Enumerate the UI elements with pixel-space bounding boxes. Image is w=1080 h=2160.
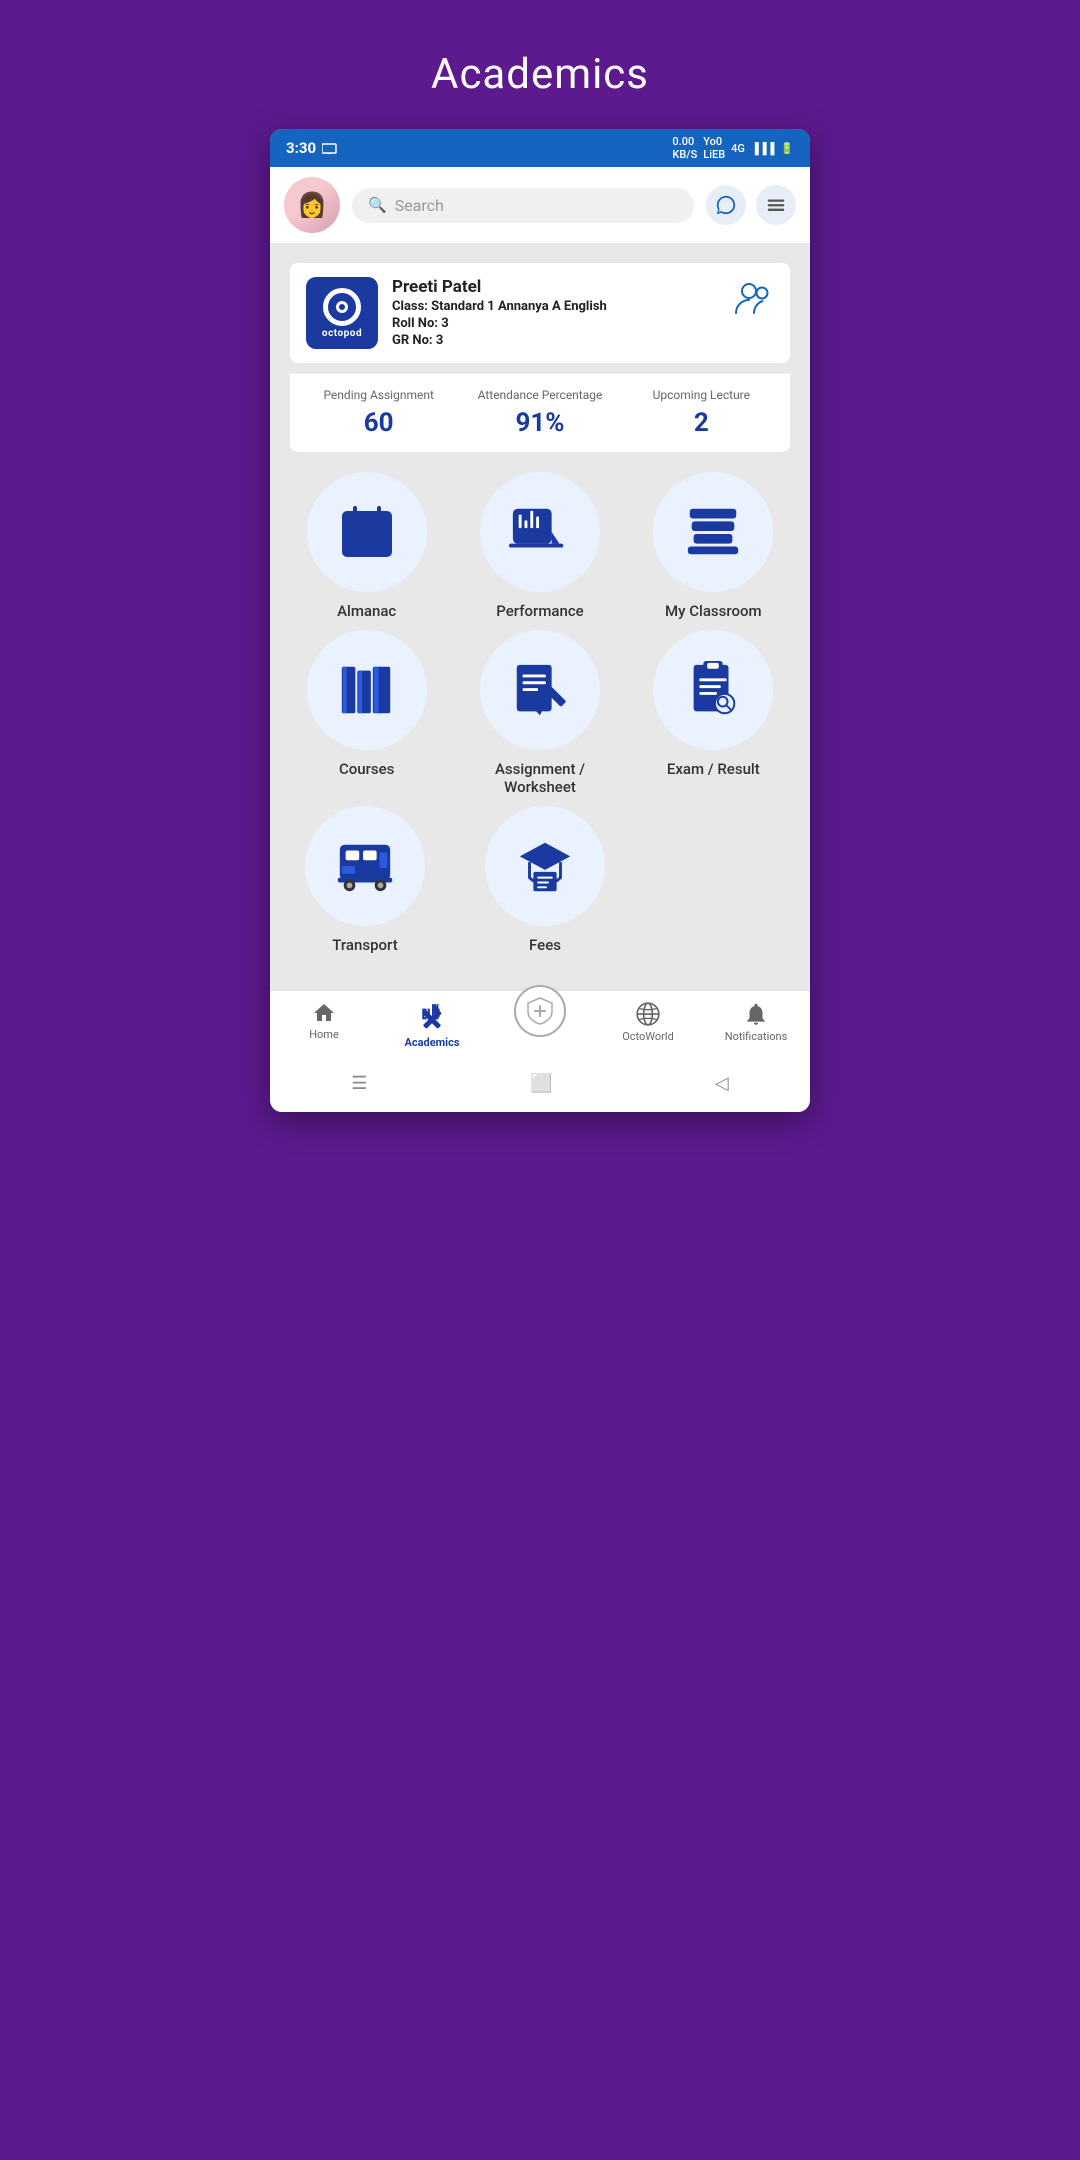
nav-notifications-label: Notifications xyxy=(725,1030,788,1043)
grid-item-exam-result[interactable]: Exam / Result xyxy=(638,630,788,796)
assignment-icon xyxy=(509,659,571,721)
grid-section: Almanac Performance xyxy=(270,462,810,974)
nav-academics-label: Academics xyxy=(405,1036,460,1049)
grid-item-performance[interactable]: Performance xyxy=(465,472,615,620)
courses-icon xyxy=(336,659,398,721)
grid-item-transport[interactable]: Transport xyxy=(290,806,440,954)
almanac-icon-simple xyxy=(337,502,397,562)
transport-label: Transport xyxy=(332,936,397,954)
carrier: Yo0LiEB xyxy=(703,135,725,161)
grid-item-fees[interactable]: Fees xyxy=(470,806,620,954)
octopod-logo: octopod xyxy=(306,277,378,349)
stat-label-pending: Pending Assignment xyxy=(298,388,459,402)
people-icon xyxy=(734,281,774,317)
transport-icon-circle xyxy=(305,806,425,926)
nav-notifications[interactable]: Notifications xyxy=(702,1001,810,1053)
nav-home-label: Home xyxy=(309,1028,339,1041)
assignment-label: Assignment / Worksheet xyxy=(495,760,585,796)
nav-home[interactable]: Home xyxy=(270,1001,378,1053)
stat-attendance: Attendance Percentage 91% xyxy=(459,388,620,438)
nav-octoworld[interactable]: OctoWorld xyxy=(594,1001,702,1053)
sys-home-btn[interactable]: ⬜ xyxy=(500,1069,582,1098)
chat-icon xyxy=(715,194,737,216)
transport-icon xyxy=(334,835,396,897)
fees-label: Fees xyxy=(529,936,561,954)
stat-value-attendance: 91% xyxy=(459,408,620,438)
profile-card: octopod Preeti Patel Class: Standard 1 A… xyxy=(290,263,790,363)
plus-shield-icon xyxy=(525,996,555,1026)
grid-item-courses[interactable]: Courses xyxy=(292,630,442,796)
student-name: Preeti Patel xyxy=(392,277,720,297)
stat-value-upcoming: 2 xyxy=(621,408,782,438)
bottom-nav: Home Academics xyxy=(270,990,810,1059)
status-right: 0.00KB/S Yo0LiEB 4G ▐▐▐ 🔋 xyxy=(672,135,794,161)
logo-text: octopod xyxy=(322,328,362,339)
stat-label-attendance: Attendance Percentage xyxy=(459,388,620,402)
nav-academics[interactable]: Academics xyxy=(378,1001,486,1053)
my-classroom-icon-circle xyxy=(653,472,773,592)
grid-row-2: Courses Assignment / Worksheet xyxy=(280,630,800,796)
avatar-image: 👩 xyxy=(284,177,340,233)
fees-icon xyxy=(514,835,576,897)
notifications-icon xyxy=(743,1001,769,1027)
fees-icon-circle xyxy=(485,806,605,926)
class-info: Class: Standard 1 Annanya A English xyxy=(392,299,720,314)
phone-frame: 3:30 0.00KB/S Yo0LiEB 4G ▐▐▐ 🔋 👩 🔍 Searc… xyxy=(270,129,810,1112)
chat-button[interactable] xyxy=(706,185,746,225)
system-nav: ☰ ⬜ ◁ xyxy=(270,1059,810,1112)
network-speed: 0.00KB/S xyxy=(672,135,697,161)
performance-label: Performance xyxy=(496,602,583,620)
stat-value-pending: 60 xyxy=(298,408,459,438)
avatar[interactable]: 👩 xyxy=(284,177,340,233)
exam-icon xyxy=(682,659,744,721)
grid-item-almanac[interactable]: Almanac xyxy=(292,472,442,620)
menu-button[interactable] xyxy=(756,185,796,225)
center-button-circle xyxy=(514,985,566,1037)
status-time: 3:30 xyxy=(286,139,316,157)
exam-label: Exam / Result xyxy=(667,760,760,778)
home-icon xyxy=(312,1001,336,1025)
roll-info: Roll No: 3 xyxy=(392,316,720,331)
performance-icon xyxy=(509,501,571,563)
octoworld-icon xyxy=(635,1001,661,1027)
search-bar[interactable]: 🔍 Search xyxy=(352,188,694,223)
sys-menu-btn[interactable]: ☰ xyxy=(321,1069,397,1098)
screen-icon xyxy=(322,142,338,154)
friends-icon[interactable] xyxy=(734,281,774,324)
search-icon: 🔍 xyxy=(368,196,387,214)
search-placeholder: Search xyxy=(395,196,444,215)
grid-item-my-classroom[interactable]: My Classroom xyxy=(638,472,788,620)
nav-center-label: . xyxy=(539,1040,542,1053)
nav-octoworld-label: OctoWorld xyxy=(622,1030,674,1043)
courses-label: Courses xyxy=(339,760,394,778)
my-classroom-icon xyxy=(682,501,744,563)
almanac-icon-circle xyxy=(307,472,427,592)
courses-icon-circle xyxy=(307,630,427,750)
signal-bars: ▐▐▐ xyxy=(751,142,774,155)
exam-icon-circle xyxy=(653,630,773,750)
status-bar: 3:30 0.00KB/S Yo0LiEB 4G ▐▐▐ 🔋 xyxy=(270,129,810,167)
signal-4g: 4G xyxy=(731,142,745,155)
grid-row-3: Transport Fees xyxy=(280,806,800,954)
gr-info: GR No: 3 xyxy=(392,333,720,348)
stat-label-upcoming: Upcoming Lecture xyxy=(621,388,782,402)
profile-info: Preeti Patel Class: Standard 1 Annanya A… xyxy=(392,277,720,348)
page-title: Academics xyxy=(431,50,649,99)
header-icons xyxy=(706,185,796,225)
performance-icon-circle xyxy=(480,472,600,592)
academics-icon-cross xyxy=(418,1005,446,1033)
nav-center-button[interactable]: . xyxy=(486,1001,594,1053)
stat-pending-assignment: Pending Assignment 60 xyxy=(298,388,459,438)
sys-back-btn[interactable]: ◁ xyxy=(685,1069,759,1098)
stats-row: Pending Assignment 60 Attendance Percent… xyxy=(290,373,790,452)
my-classroom-label: My Classroom xyxy=(665,602,762,620)
assignment-icon-circle xyxy=(480,630,600,750)
grid-row-1: Almanac Performance xyxy=(280,472,800,620)
header: 👩 🔍 Search xyxy=(270,167,810,243)
battery: 🔋 xyxy=(780,142,794,155)
almanac-label: Almanac xyxy=(337,602,396,620)
grid-item-assignment-worksheet[interactable]: Assignment / Worksheet xyxy=(465,630,615,796)
menu-icon xyxy=(765,194,787,216)
stat-upcoming-lecture: Upcoming Lecture 2 xyxy=(621,388,782,438)
